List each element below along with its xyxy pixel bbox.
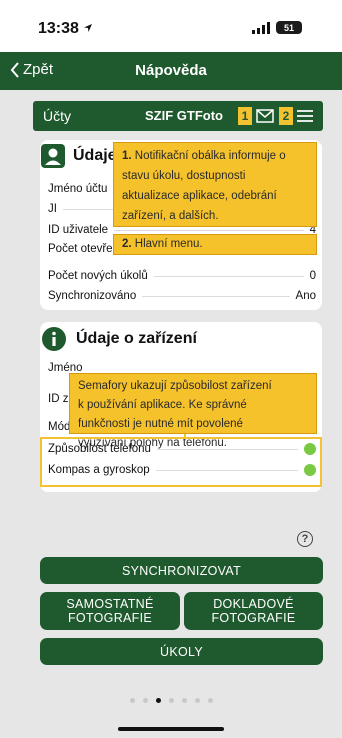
tooltip-number: 1. xyxy=(122,150,132,162)
row-label: Způsobilost telefonu xyxy=(48,443,151,455)
page-dot xyxy=(168,698,174,703)
page-dot xyxy=(194,698,200,703)
status-row-compass: Kompas a gyroskop xyxy=(48,461,316,479)
battery-level: 51 xyxy=(283,22,294,33)
tooltip-line: funkčnosti je nutné mít povolené xyxy=(78,418,243,430)
row-label: ID z xyxy=(48,393,69,405)
navigation-bar: Zpět Nápověda xyxy=(0,52,342,90)
button-line: SAMOSTATNÉ xyxy=(66,597,154,611)
standalone-photos-button[interactable]: SAMOSTATNÉ FOTOGRAFIE xyxy=(40,592,180,630)
user-row-synced: Synchronizováno Ano xyxy=(48,287,316,305)
location-arrow-icon xyxy=(84,24,93,32)
accounts-link[interactable]: Účty xyxy=(43,108,71,124)
page-dot-active xyxy=(155,698,161,703)
tooltip-line: Hlavní menu. xyxy=(134,238,203,250)
page-title: Nápověda xyxy=(135,62,207,79)
page-dot xyxy=(207,698,213,703)
info-icon xyxy=(42,327,66,351)
envelope-icon[interactable] xyxy=(256,107,274,125)
callout-badge-2: 2 xyxy=(279,107,293,125)
status-light-green xyxy=(304,443,316,455)
button-line: DOKLADOVÉ xyxy=(213,597,294,611)
page-dot xyxy=(129,698,135,703)
hamburger-menu-icon[interactable] xyxy=(296,107,314,125)
app-name: SZIF GTFoto xyxy=(145,108,223,123)
help-tooltip-semaphores: Semafory ukazují způsobilost zařízení k … xyxy=(69,373,317,449)
tooltip-line: aktualizace aplikace, odebrání xyxy=(122,190,277,202)
row-label: Mód xyxy=(48,421,71,433)
tooltip-line: stavu úkolu, dostupnosti xyxy=(122,170,246,182)
device-card-title: Údaje o zařízení xyxy=(76,330,197,347)
page-dot xyxy=(142,698,148,703)
tooltip-number: 2. xyxy=(122,238,132,250)
user-card-title: Údaje xyxy=(73,147,117,164)
tooltip-line: Semafory ukazují způsobilost zařízení xyxy=(78,380,272,392)
sync-button[interactable]: SYNCHRONIZOVAT xyxy=(40,557,323,584)
button-line: FOTOGRAFIE xyxy=(211,611,296,625)
help-question-icon[interactable]: ? xyxy=(297,531,313,547)
status-light-green xyxy=(304,464,316,476)
tooltip-line: Notifikační obálka informuje o xyxy=(134,150,286,162)
row-label: JI xyxy=(48,203,57,215)
status-time: 13:38 xyxy=(38,20,93,38)
evidence-photos-button[interactable]: DOKLADOVÉ FOTOGRAFIE xyxy=(184,592,323,630)
button-line: FOTOGRAFIE xyxy=(67,611,153,625)
user-row-new-tasks: Počet nových úkolů 0 xyxy=(48,267,316,285)
callout-badge-1: 1 xyxy=(238,107,252,125)
row-label: Jméno účtu xyxy=(48,183,108,195)
help-tooltip-notifications: 1. Notifikační obálka informuje o stavu … xyxy=(113,142,317,227)
status-time-text: 13:38 xyxy=(38,20,79,37)
tooltip-line: k používání aplikace. Ke správné xyxy=(78,399,247,411)
row-value: Ano xyxy=(295,290,316,302)
tooltip-line: zařízení, a dalších. xyxy=(122,210,219,222)
user-icon xyxy=(41,144,65,168)
status-bar: 13:38 51 xyxy=(0,0,342,52)
page-indicator[interactable] xyxy=(0,698,342,703)
row-label: ID uživatele xyxy=(48,224,109,236)
status-indicators: 51 xyxy=(252,21,302,34)
page-dot xyxy=(181,698,187,703)
row-value: 0 xyxy=(309,270,316,282)
row-label: Kompas a gyroskop xyxy=(48,464,150,476)
help-tooltip-menu: 2. Hlavní menu. xyxy=(113,234,317,255)
signal-icon xyxy=(252,21,270,34)
home-indicator[interactable] xyxy=(118,727,224,731)
status-row-phone: Způsobilost telefonu xyxy=(48,440,316,458)
tasks-button[interactable]: ÚKOLY xyxy=(40,638,323,665)
battery-icon: 51 xyxy=(276,21,302,34)
row-label: Počet nových úkolů xyxy=(48,270,148,282)
app-header: Účty SZIF GTFoto 1 2 xyxy=(33,101,323,131)
row-label: Synchronizováno xyxy=(48,290,137,302)
